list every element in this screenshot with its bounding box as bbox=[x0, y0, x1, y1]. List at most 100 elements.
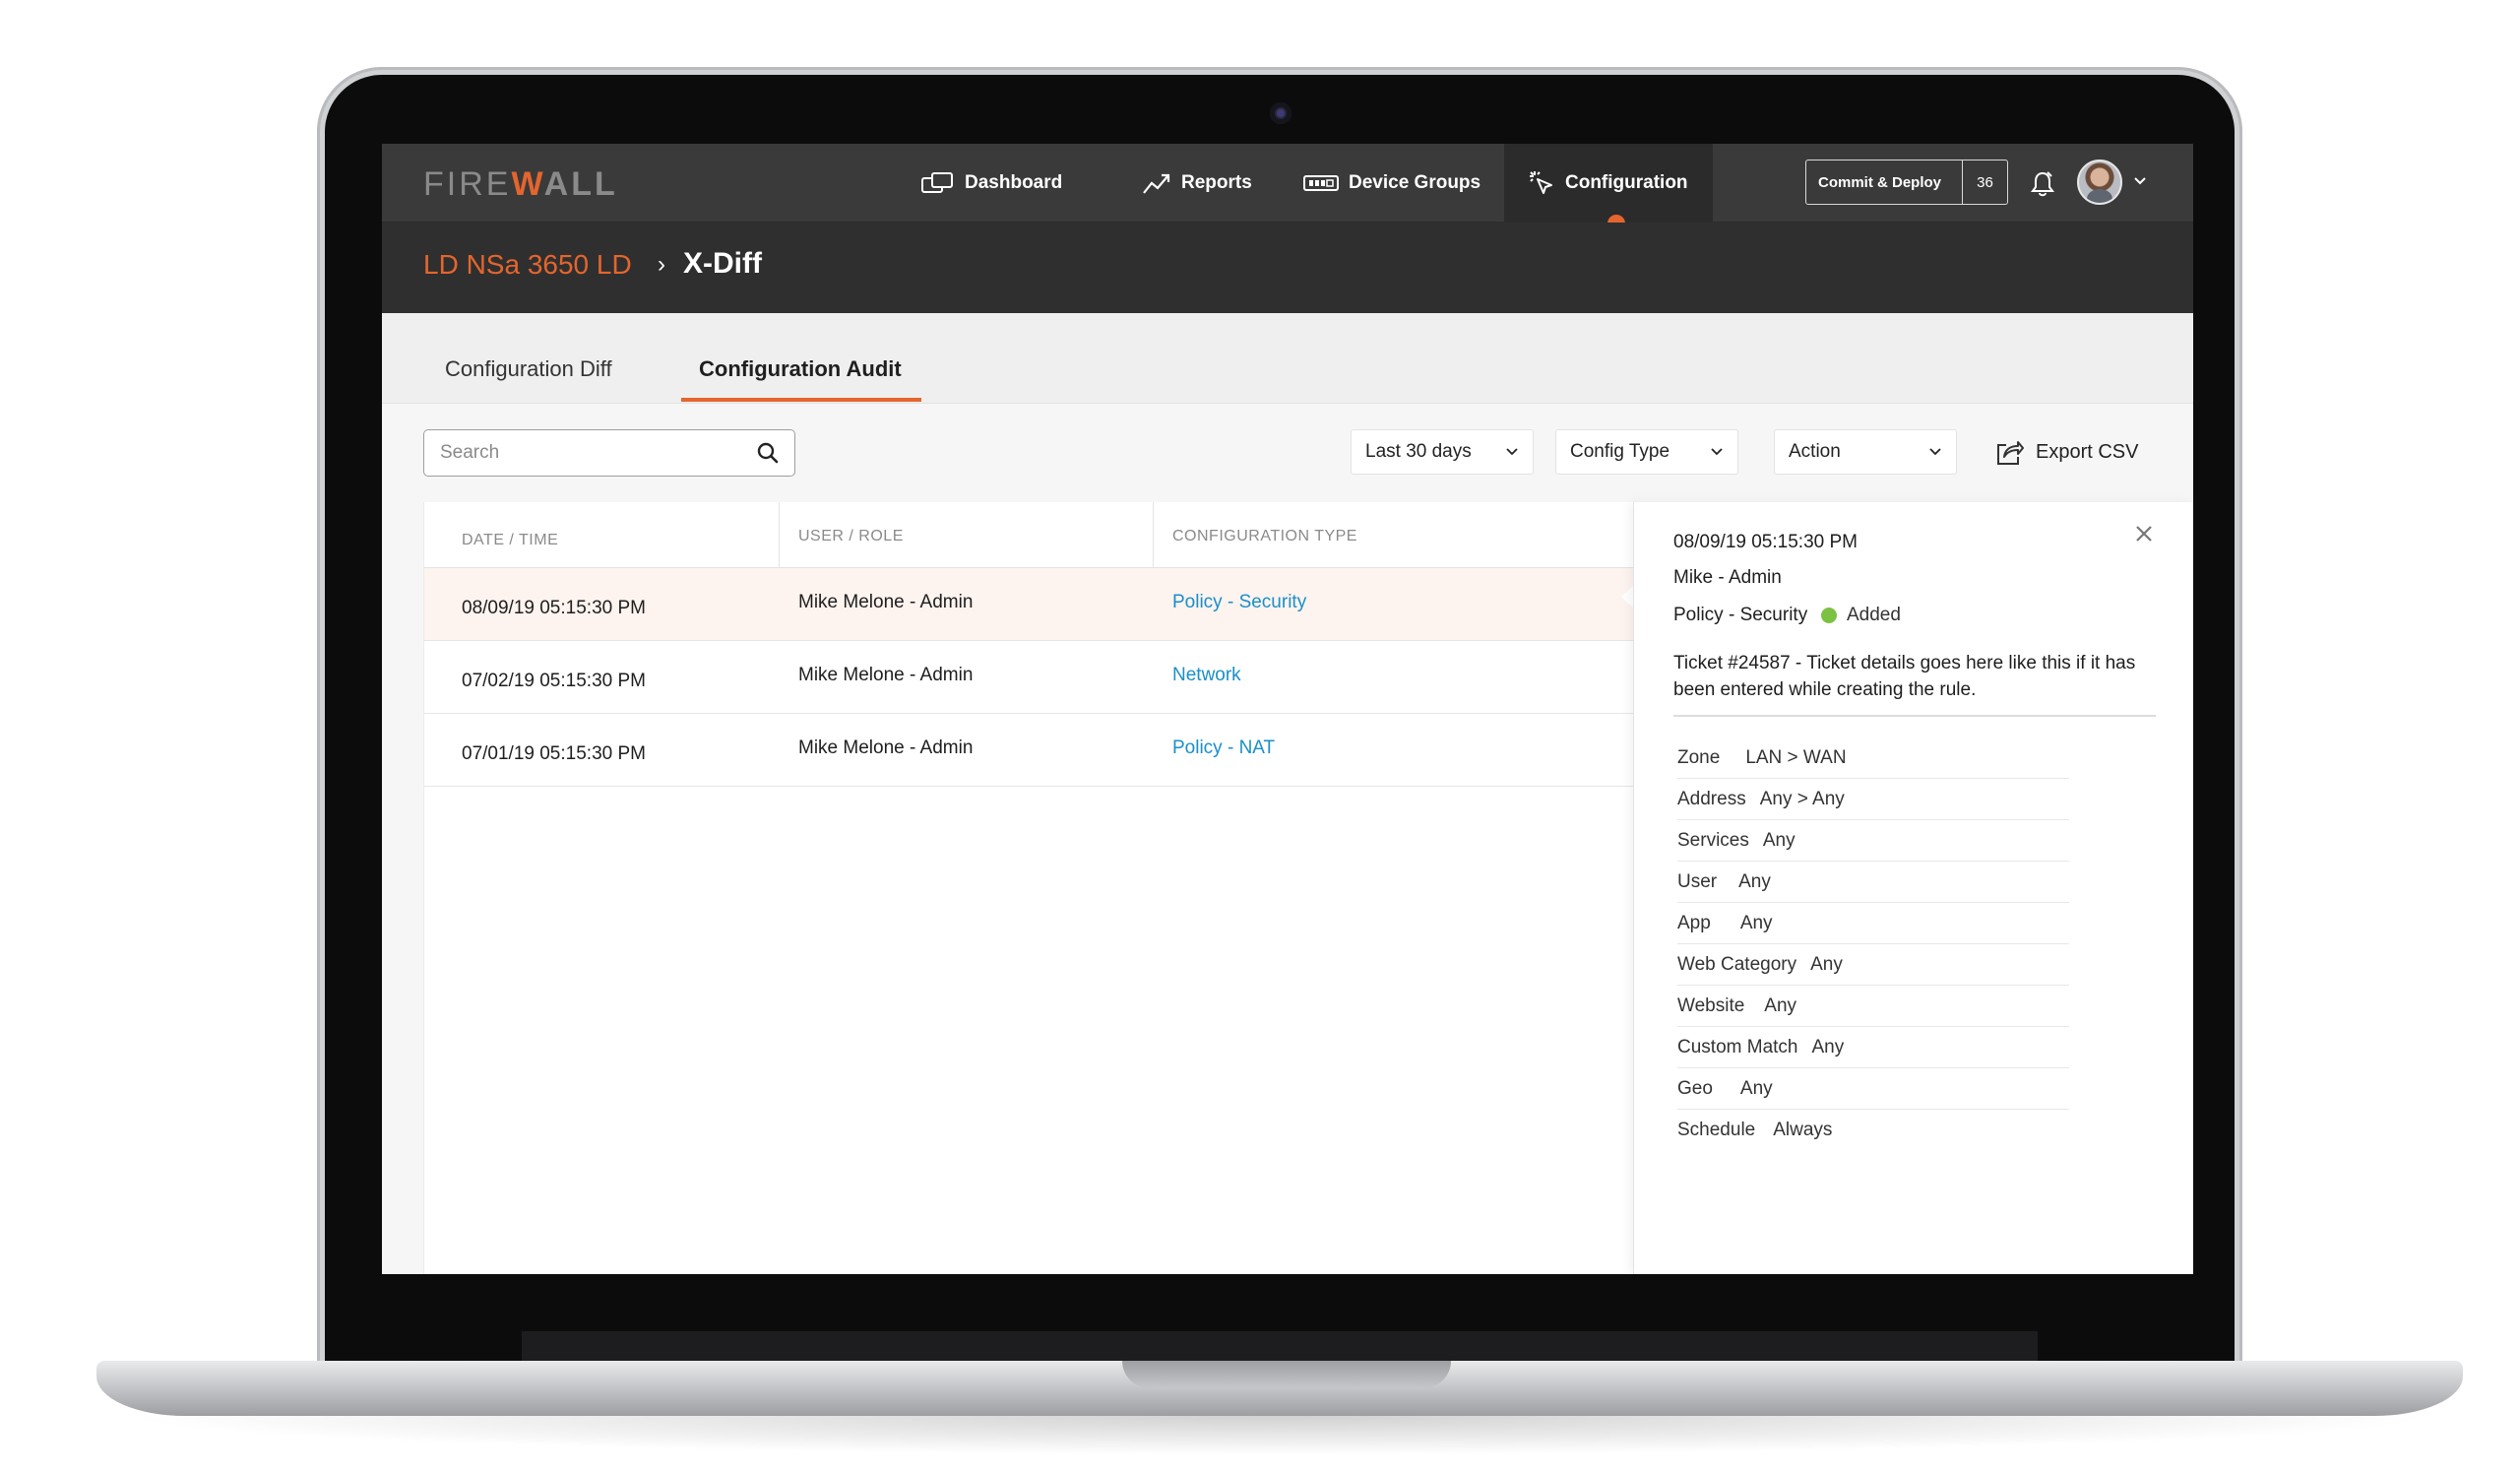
date-range-value: Last 30 days bbox=[1365, 441, 1472, 462]
property-key: Services bbox=[1677, 829, 1749, 851]
breadcrumb-device-link[interactable]: LD NSa 3650 LD bbox=[423, 249, 632, 281]
action-value: Action bbox=[1789, 441, 1841, 462]
detail-user: Mike - Admin bbox=[1673, 567, 1782, 588]
property-value: Any bbox=[1739, 912, 1773, 933]
property-value: Any bbox=[1738, 870, 1771, 892]
chevron-down-icon[interactable] bbox=[2132, 175, 2148, 187]
column-header-config-type[interactable]: CONFIGURATION TYPE bbox=[1172, 502, 1357, 567]
app-screen: FIREWALL Dashboard Reports Device Groups… bbox=[382, 144, 2193, 1274]
webcam-icon bbox=[1270, 102, 1292, 124]
search-box bbox=[423, 429, 795, 477]
logo-text-light: FIRE bbox=[423, 165, 512, 203]
configuration-icon bbox=[1530, 171, 1552, 194]
chevron-down-icon bbox=[1711, 448, 1723, 456]
property-row: Geo Any bbox=[1677, 1068, 2069, 1110]
notification-bell-icon[interactable] bbox=[2028, 169, 2057, 199]
chevron-down-icon bbox=[1506, 448, 1518, 456]
property-key: Custom Match bbox=[1677, 1036, 1798, 1057]
property-key: Geo bbox=[1677, 1077, 1713, 1099]
commit-deploy-label: Commit & Deploy bbox=[1818, 173, 1942, 191]
nav-device-groups-label: Device Groups bbox=[1349, 172, 1481, 193]
date-range-select[interactable]: Last 30 days bbox=[1351, 429, 1534, 475]
property-row: User Any bbox=[1677, 862, 2069, 903]
property-row: Website Any bbox=[1677, 986, 2069, 1027]
property-row: Schedule Always bbox=[1677, 1110, 2069, 1151]
table-row[interactable]: 07/02/19 05:15:30 PM Mike Melone - Admin… bbox=[424, 641, 1674, 714]
laptop-shadow bbox=[118, 1416, 2441, 1455]
column-header-datetime[interactable]: DATE / TIME bbox=[462, 502, 558, 567]
row-datetime: 07/02/19 05:15:30 PM bbox=[462, 671, 646, 691]
laptop-notch bbox=[1122, 1361, 1451, 1388]
row-config-type-link[interactable]: Policy - Security bbox=[1172, 592, 1306, 613]
property-row: Services Any bbox=[1677, 820, 2069, 862]
export-csv-button[interactable]: Export CSV bbox=[1994, 429, 2138, 475]
pending-changes-count: 36 bbox=[1962, 160, 2007, 204]
row-user: Mike Melone - Admin bbox=[798, 737, 974, 758]
detail-divider bbox=[1673, 715, 2156, 717]
property-key: Address bbox=[1677, 788, 1746, 809]
nav-reports-label: Reports bbox=[1181, 172, 1252, 193]
property-key: Website bbox=[1677, 994, 1745, 1016]
config-type-value: Config Type bbox=[1570, 441, 1670, 462]
dashboard-icon bbox=[921, 172, 953, 193]
property-key: App bbox=[1677, 912, 1711, 933]
audit-table: DATE / TIME USER / ROLE CONFIGURATION TY… bbox=[423, 502, 1674, 1274]
row-config-type-link[interactable]: Network bbox=[1172, 665, 1241, 686]
close-icon[interactable] bbox=[2134, 524, 2154, 544]
breadcrumb: LD NSa 3650 LD › X-Diff bbox=[382, 223, 2193, 313]
property-value: Any bbox=[1764, 994, 1797, 1016]
action-select[interactable]: Action bbox=[1774, 429, 1957, 475]
column-header-user[interactable]: USER / ROLE bbox=[798, 502, 904, 567]
property-value: Any bbox=[1811, 1036, 1845, 1057]
row-datetime: 08/09/19 05:15:30 PM bbox=[462, 598, 646, 618]
nav-dashboard[interactable]: Dashboard bbox=[921, 144, 1062, 223]
user-avatar[interactable] bbox=[2077, 160, 2122, 205]
property-value: Always bbox=[1773, 1120, 1833, 1140]
status-label: Added bbox=[1847, 605, 1901, 625]
property-value: Any bbox=[1762, 829, 1796, 851]
tab-configuration-diff[interactable]: Configuration Diff bbox=[445, 356, 612, 382]
property-key: Schedule bbox=[1677, 1120, 1756, 1140]
detail-datetime: 08/09/19 05:15:30 PM bbox=[1673, 532, 1858, 552]
table-row[interactable]: 08/09/19 05:15:30 PM Mike Melone - Admin… bbox=[424, 568, 1674, 641]
detail-panel: 08/09/19 05:15:30 PM Mike - Admin Policy… bbox=[1633, 502, 2193, 1274]
nav-configuration[interactable]: Configuration bbox=[1504, 144, 1713, 223]
trend-chart-icon bbox=[1143, 173, 1170, 194]
search-input[interactable] bbox=[438, 438, 733, 468]
breadcrumb-separator: › bbox=[658, 251, 665, 278]
nav-configuration-label: Configuration bbox=[1565, 172, 1688, 193]
logo-text-bold: ALL bbox=[543, 165, 618, 203]
export-icon bbox=[1997, 441, 2024, 465]
logo-text-accent: W bbox=[511, 165, 544, 203]
row-user: Mike Melone - Admin bbox=[798, 592, 974, 612]
column-divider bbox=[1153, 502, 1154, 567]
config-type-select[interactable]: Config Type bbox=[1555, 429, 1738, 475]
device-groups-icon bbox=[1303, 175, 1339, 191]
export-csv-label: Export CSV bbox=[2036, 440, 2139, 463]
property-row: App Any bbox=[1677, 903, 2069, 944]
active-tab-indicator bbox=[681, 398, 921, 402]
property-row: Web Category Any bbox=[1677, 944, 2069, 986]
property-value: LAN > WAN bbox=[1745, 746, 1847, 768]
row-datetime: 07/01/19 05:15:30 PM bbox=[462, 743, 646, 764]
commit-deploy-button[interactable]: Commit & Deploy 36 bbox=[1805, 160, 2008, 205]
row-config-type-link[interactable]: Policy - NAT bbox=[1172, 737, 1275, 759]
detail-config-type: Policy - Security bbox=[1673, 605, 1808, 625]
nav-dashboard-label: Dashboard bbox=[965, 172, 1063, 193]
property-value: Any > Any bbox=[1759, 788, 1845, 809]
table-row[interactable]: 07/01/19 05:15:30 PM Mike Melone - Admin… bbox=[424, 714, 1674, 787]
firewall-logo[interactable]: FIREWALL bbox=[423, 165, 618, 204]
property-key: User bbox=[1677, 870, 1718, 892]
ticket-note: Ticket #24587 - Ticket details goes here… bbox=[1673, 653, 2136, 700]
property-row: Address Any > Any bbox=[1677, 779, 2069, 820]
status-dot-icon bbox=[1821, 608, 1837, 623]
status-badge: Added bbox=[1821, 605, 1901, 626]
search-icon[interactable] bbox=[757, 442, 779, 464]
property-key: Web Category bbox=[1677, 953, 1797, 975]
page-title: X-Diff bbox=[683, 247, 762, 280]
nav-reports[interactable]: Reports bbox=[1142, 144, 1252, 223]
nav-device-groups[interactable]: Device Groups bbox=[1303, 144, 1480, 223]
tab-configuration-audit[interactable]: Configuration Audit bbox=[699, 356, 902, 382]
row-user: Mike Melone - Admin bbox=[798, 665, 974, 685]
tab-bar: Configuration Diff Configuration Audit bbox=[382, 313, 2193, 404]
